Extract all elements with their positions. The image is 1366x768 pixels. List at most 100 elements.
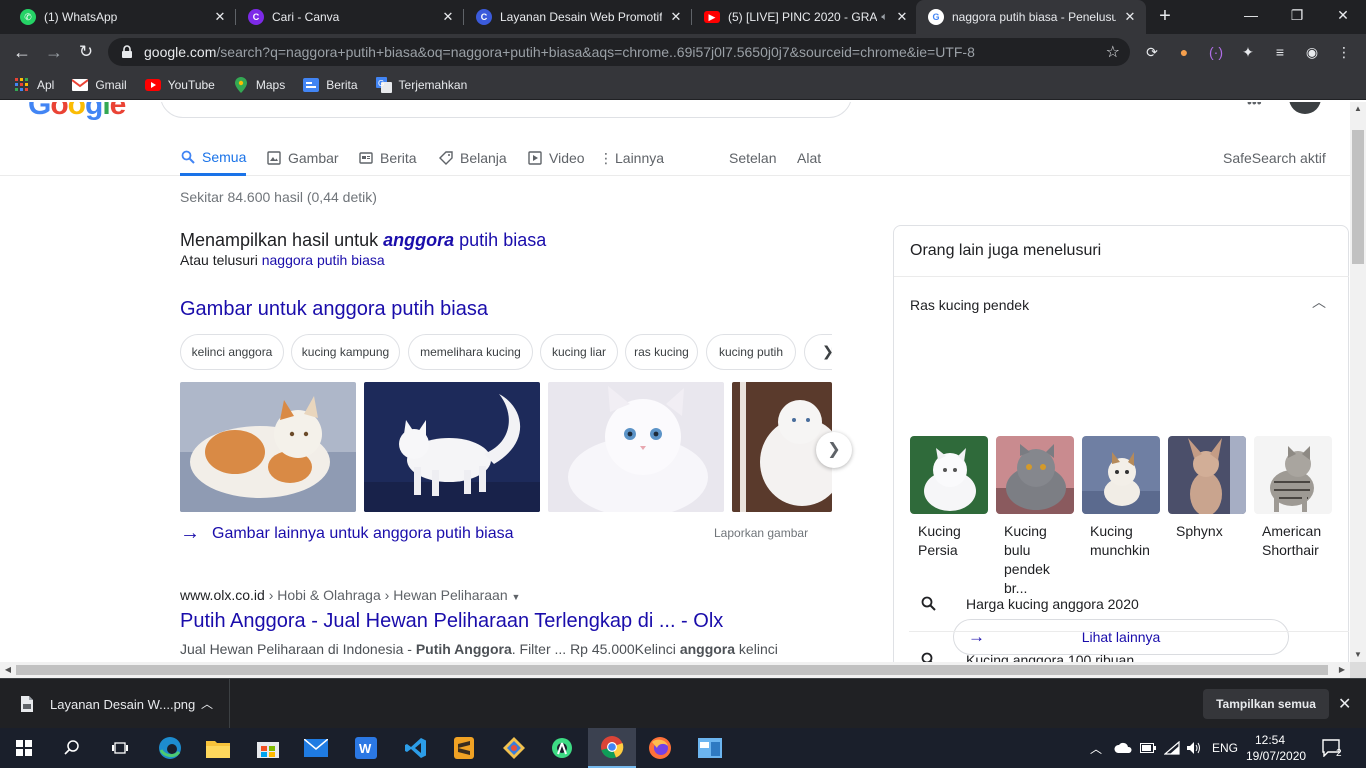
related-search-item[interactable]: Harga kucing anggora 2020: [909, 594, 1139, 614]
app-window-icon[interactable]: [686, 728, 734, 768]
task-view-icon[interactable]: [96, 728, 144, 768]
image-result-2[interactable]: [364, 382, 540, 512]
show-hidden-icons-icon[interactable]: ︿: [1090, 728, 1102, 768]
chip[interactable]: kucing kampung: [291, 334, 400, 370]
forward-button[interactable]: →: [42, 40, 66, 64]
close-tab-icon[interactable]: ✕: [212, 9, 228, 25]
notification-center-icon[interactable]: 2: [1322, 728, 1342, 768]
images-heading[interactable]: Gambar untuk anggora putih biasa: [180, 298, 488, 321]
related-item-british-shorthair[interactable]: Kucing bulu pendek br...: [996, 436, 1074, 598]
reload-button[interactable]: ↻: [74, 40, 98, 64]
scroll-down-icon[interactable]: ▼: [1350, 648, 1366, 662]
search-input[interactable]: [160, 102, 852, 118]
git-kraken-icon[interactable]: [490, 728, 538, 768]
scroll-left-icon[interactable]: ◀: [0, 662, 16, 678]
image-result-1[interactable]: [180, 382, 356, 512]
close-tab-icon[interactable]: ✕: [1122, 9, 1138, 25]
back-button[interactable]: ←: [10, 40, 34, 64]
google-logo[interactable]: Google: [28, 102, 126, 122]
scroll-up-icon[interactable]: ▲: [1350, 102, 1366, 116]
podcast-extension-icon[interactable]: (·): [1206, 42, 1226, 62]
battery-icon[interactable]: [1140, 728, 1156, 768]
wifi-icon[interactable]: [1164, 728, 1180, 768]
image-result-3[interactable]: [548, 382, 724, 512]
result-title-link[interactable]: Putih Anggora - Jual Hewan Peliharaan Te…: [180, 610, 723, 633]
related-item-american-shorthair[interactable]: American Shorthair: [1254, 436, 1332, 560]
menu-icon[interactable]: ⋮: [1334, 42, 1354, 62]
settings-link[interactable]: Setelan: [729, 140, 776, 176]
chip[interactable]: ras kucing: [625, 334, 698, 370]
volume-icon[interactable]: [1186, 728, 1202, 768]
new-tab-button[interactable]: +: [1154, 5, 1176, 27]
media-control-icon[interactable]: ≡: [1270, 42, 1290, 62]
tab-whatsapp[interactable]: ✆ (1) WhatsApp ✕: [8, 0, 236, 34]
windows-start-icon[interactable]: [0, 728, 48, 768]
bookmark-youtube[interactable]: YouTube: [144, 77, 215, 93]
chip[interactable]: kucing liar: [540, 334, 618, 370]
more-images-link[interactable]: → Gambar lainnya untuk anggora putih bia…: [180, 522, 514, 545]
images-next-button[interactable]: ❯: [816, 432, 852, 468]
safesearch-label[interactable]: SafeSearch aktif: [1223, 140, 1326, 176]
mail-icon[interactable]: [292, 728, 340, 768]
tab-canva[interactable]: C Cari - Canva ✕: [236, 0, 464, 34]
chevron-up-icon[interactable]: ︿: [1312, 292, 1326, 312]
tab-semua[interactable]: Semua: [180, 140, 247, 176]
avatar[interactable]: [1289, 102, 1321, 114]
show-all-downloads-button[interactable]: Tampilkan semua: [1203, 689, 1329, 719]
tab-youtube-live[interactable]: ▶ (5) [LIVE] PINC 2020 - GRA 🔈︎ ✕: [692, 0, 918, 34]
search-icon[interactable]: [48, 728, 96, 768]
android-studio-icon[interactable]: [538, 728, 586, 768]
onedrive-icon[interactable]: [1114, 728, 1132, 768]
bookmark-maps[interactable]: Maps: [233, 76, 285, 93]
store-icon[interactable]: [244, 728, 292, 768]
vscode-icon[interactable]: [392, 728, 440, 768]
scroll-right-icon[interactable]: ▶: [1334, 662, 1350, 678]
minimize-button[interactable]: —: [1228, 0, 1274, 32]
clock[interactable]: 12:54 19/07/2020: [1246, 732, 1306, 764]
chrome-icon[interactable]: [588, 728, 636, 768]
tab-belanja[interactable]: Belanja: [438, 140, 507, 176]
related-item-persia[interactable]: Kucing Persia: [910, 436, 988, 560]
original-query-link[interactable]: naggora putih biasa: [262, 252, 385, 268]
firefox-icon[interactable]: [636, 728, 684, 768]
chip[interactable]: kelinci anggora: [180, 334, 284, 370]
tab-google-search[interactable]: G naggora putih biasa - Penelusu ✕: [916, 0, 1146, 34]
corrected-query-link[interactable]: anggora putih biasa: [383, 230, 546, 250]
chevron-right-icon[interactable]: ❯: [822, 343, 834, 360]
close-icon[interactable]: ✕: [1338, 694, 1351, 714]
bookmark-star-icon[interactable]: ☆: [1106, 42, 1120, 62]
tab-video[interactable]: Video: [527, 140, 585, 176]
restore-button[interactable]: ❐: [1274, 0, 1320, 32]
chevron-up-icon[interactable]: ︿: [201, 695, 213, 712]
chip[interactable]: kucing putih: [706, 334, 796, 370]
address-bar[interactable]: google.com/search?q=naggora+putih+biasa&…: [108, 38, 1130, 66]
report-images-link[interactable]: Laporkan gambar: [714, 526, 808, 540]
chip[interactable]: memelihara kucing: [408, 334, 533, 370]
bookmark-berita[interactable]: Berita: [303, 77, 358, 93]
related-item-munchkin[interactable]: Kucing munchkin: [1082, 436, 1160, 560]
close-window-button[interactable]: ✕: [1320, 0, 1366, 32]
wps-writer-icon[interactable]: W: [342, 728, 390, 768]
bookmark-gmail[interactable]: Gmail: [72, 77, 127, 93]
panel-subheading[interactable]: Ras kucing pendek: [910, 297, 1029, 313]
bookmark-apps[interactable]: Apl: [14, 77, 54, 93]
tab-gambar[interactable]: Gambar: [266, 140, 339, 176]
google-apps-icon[interactable]: •••: [1247, 102, 1262, 110]
file-explorer-icon[interactable]: [194, 728, 242, 768]
language-indicator[interactable]: ENG: [1212, 728, 1238, 768]
extensions-puzzle-icon[interactable]: ✦: [1238, 42, 1258, 62]
extension-icon[interactable]: ●: [1174, 42, 1194, 62]
horizontal-scrollbar[interactable]: ◀ ▶: [0, 662, 1350, 678]
edge-icon[interactable]: [146, 728, 194, 768]
close-tab-icon[interactable]: ✕: [894, 9, 910, 25]
tab-layanan-desain[interactable]: C Layanan Desain Web Promotif ✕: [464, 0, 692, 34]
download-item[interactable]: Layanan Desain W....png ︿: [0, 679, 230, 729]
profile-avatar-icon[interactable]: ◉: [1302, 42, 1322, 62]
tools-link[interactable]: Alat: [797, 140, 821, 176]
related-item-sphynx[interactable]: Sphynx: [1168, 436, 1246, 541]
tab-lainnya[interactable]: ⋮ Lainnya: [599, 140, 664, 176]
tab-berita[interactable]: Berita: [358, 140, 417, 176]
caret-down-icon[interactable]: ▼: [512, 592, 521, 602]
sync-icon[interactable]: ⟳: [1142, 42, 1162, 62]
close-tab-icon[interactable]: ✕: [440, 9, 456, 25]
